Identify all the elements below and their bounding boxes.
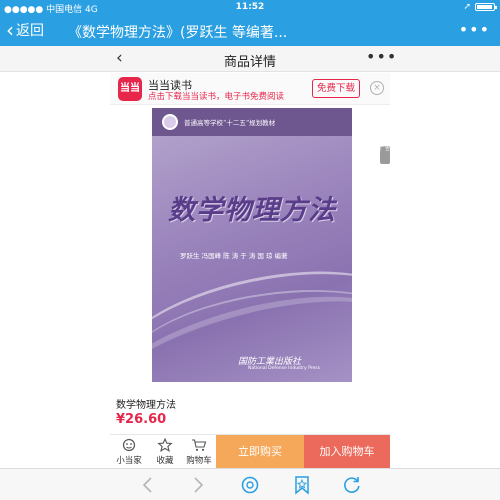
favorite-button[interactable]: 收藏: [148, 438, 182, 466]
cover-publisher-en: National Defense Industry Press: [248, 366, 320, 371]
favorite-label: 收藏: [156, 456, 174, 466]
chevron-left-icon[interactable]: [138, 475, 158, 495]
page-title: 《数学物理方法》(罗跃生 等编著...: [68, 25, 288, 41]
location-icon: ➚: [463, 2, 471, 12]
cover-title: 数学物理方法: [168, 195, 336, 226]
refresh-icon[interactable]: [342, 475, 362, 495]
book-cover-image[interactable]: 普通高等学校“十二五”规划教材 数学物理方法 罗跃生 冯国峰 陈 涛 于 涛 国…: [152, 108, 352, 382]
browser-more-button[interactable]: •••: [459, 20, 490, 39]
cart-label: 购物车: [186, 456, 212, 466]
cover-series-text: 普通高等学校“十二五”规划教材: [184, 119, 276, 127]
series-emblem-icon: [162, 114, 178, 130]
product-name: 数学物理方法: [116, 400, 176, 411]
home-button[interactable]: 小当家: [112, 438, 146, 466]
browser-back-label: 返回: [16, 23, 44, 39]
status-bar: ●●●●● 中国电信 4G 11:52 ➚: [0, 0, 500, 15]
add-to-cart-button[interactable]: 加入购物车: [304, 435, 390, 469]
page-header-title: 商品详情: [223, 55, 276, 70]
status-right: ➚: [463, 2, 497, 12]
cart-button[interactable]: 购物车: [182, 438, 216, 466]
cart-icon: [192, 439, 207, 451]
close-banner-icon[interactable]: ×: [370, 81, 384, 95]
battery-icon: [475, 3, 497, 11]
star-icon: [157, 438, 173, 452]
clock: 11:52: [235, 2, 265, 12]
search-icon[interactable]: [240, 475, 260, 495]
app-tagline: 点击下载当当读书，电子书免费阅读: [148, 92, 285, 102]
browser-toolbar: [0, 468, 500, 500]
page-more-button[interactable]: •••: [366, 47, 397, 66]
bookmark-icon[interactable]: [292, 475, 312, 495]
buy-now-button[interactable]: 立即购买: [216, 435, 304, 469]
chevron-left-icon: ‹: [6, 18, 14, 42]
home-icon: [122, 438, 136, 452]
product-price: ¥26.60: [116, 412, 167, 427]
chevron-right-icon[interactable]: [188, 475, 208, 495]
app-download-banner[interactable]: 当当 当当读书 点击下载当当读书，电子书免费阅读 免费下载 ×: [110, 73, 390, 105]
browser-title-bar: ‹ 返回 《数学物理方法》(罗跃生 等编著... •••: [0, 14, 500, 46]
cover-authors: 罗跃生 冯国峰 陈 涛 于 涛 国 琼 编著: [180, 252, 288, 260]
free-download-button[interactable]: 免费下载: [312, 79, 360, 98]
dangdang-logo-icon: 当当: [118, 77, 142, 101]
browser-back-button[interactable]: ‹ 返回: [6, 20, 44, 40]
purchase-action-bar: 小当家 收藏 购物车 立即购买 加入购物车: [110, 434, 390, 469]
home-label: 小当家: [116, 456, 142, 466]
page-header: ‹ 商品详情 •••: [0, 46, 500, 72]
side-ad-tab[interactable]: 广告: [380, 146, 390, 164]
